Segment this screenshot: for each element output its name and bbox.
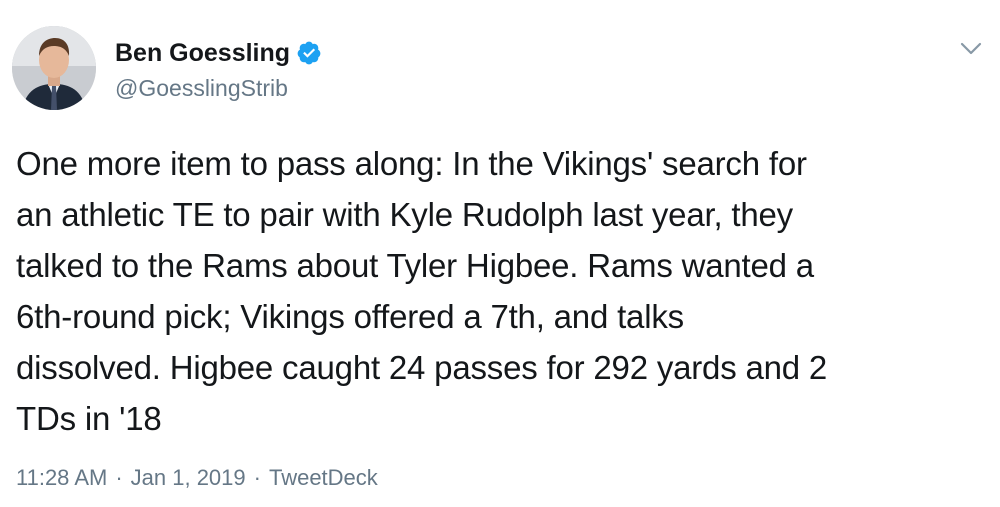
- author-display-name[interactable]: Ben Goessling: [115, 38, 290, 68]
- tweet-time[interactable]: 11:28 AM: [16, 464, 107, 492]
- author-avatar[interactable]: [12, 26, 96, 110]
- tweet-meta: 11:28 AM · Jan 1, 2019 · TweetDeck: [16, 464, 378, 492]
- tweet-source[interactable]: TweetDeck: [269, 464, 378, 492]
- profile-photo-icon: [12, 26, 96, 110]
- tweet-text: One more item to pass along: In the Viki…: [16, 145, 828, 437]
- meta-separator: ·: [253, 465, 261, 490]
- tweet-date[interactable]: Jan 1, 2019: [131, 464, 246, 492]
- meta-separator: ·: [115, 465, 123, 490]
- chevron-down-icon[interactable]: [958, 38, 984, 58]
- tweet-card: Ben Goessling @GoesslingStrib One more i…: [0, 0, 1000, 507]
- author-name-row: Ben Goessling: [115, 38, 322, 68]
- author-handle[interactable]: @GoesslingStrib: [115, 74, 288, 102]
- verified-badge-icon: [296, 40, 322, 66]
